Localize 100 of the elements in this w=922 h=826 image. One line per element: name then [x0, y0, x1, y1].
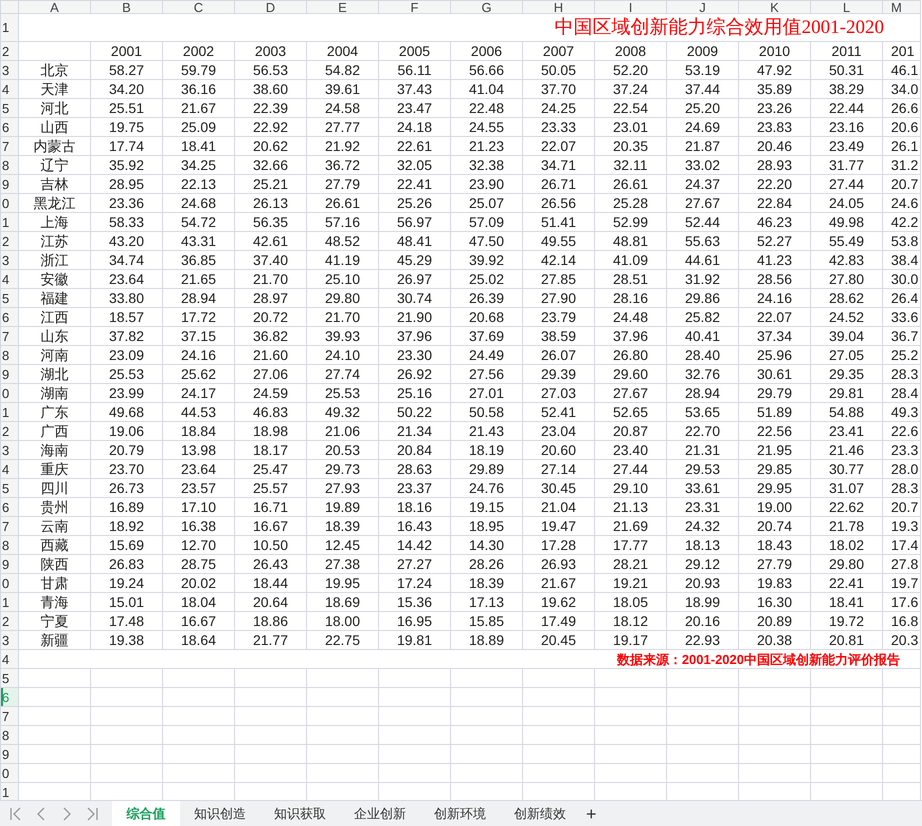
value-cell: 18.99 — [666, 592, 738, 612]
value-cell: 15.85 — [450, 612, 522, 630]
row-header[interactable]: 1 — [0, 14, 18, 42]
column-header[interactable]: M — [882, 0, 920, 14]
value-cell: 34.20 — [90, 80, 162, 98]
column-header[interactable]: H — [522, 0, 594, 14]
column-header[interactable]: B — [90, 0, 162, 14]
row-header[interactable]: 3 — [0, 440, 18, 460]
row-header[interactable]: 3 — [0, 60, 18, 80]
row-header[interactable]: 7 — [0, 136, 18, 156]
row-header[interactable]: 0 — [0, 194, 18, 212]
value-cell: 26.71 — [522, 174, 594, 194]
add-sheet-button[interactable]: + — [580, 804, 603, 822]
row-header[interactable]: 4 — [0, 80, 18, 98]
value-cell: 25.53 — [306, 384, 378, 402]
row-header[interactable]: 5 — [0, 478, 18, 498]
value-cell: 29.86 — [666, 288, 738, 308]
column-header[interactable]: J — [666, 0, 738, 14]
value-cell: 29.12 — [666, 554, 738, 574]
row-header[interactable]: 2 — [0, 612, 18, 630]
column-header[interactable]: A — [18, 0, 90, 14]
row-header[interactable]: 6 — [0, 308, 18, 326]
row-header[interactable]: 8 — [0, 346, 18, 364]
row-header[interactable]: 0 — [0, 384, 18, 402]
column-header[interactable]: K — [738, 0, 810, 14]
row-header[interactable]: 4 — [0, 650, 18, 668]
value-cell: 27.67 — [594, 384, 666, 402]
row-header[interactable]: 2 — [0, 232, 18, 250]
value-cell: 26.80 — [594, 346, 666, 364]
row-header[interactable]: 2 — [0, 422, 18, 440]
row-header[interactable]: 5 — [0, 98, 18, 118]
value-cell: 59.79 — [162, 60, 234, 80]
row-header[interactable]: 9 — [0, 554, 18, 574]
row-header[interactable]: 8 — [0, 726, 18, 744]
column-header[interactable]: G — [450, 0, 522, 14]
value-cell: 36.7 — [882, 326, 920, 346]
value-cell: 28.63 — [378, 460, 450, 478]
value-cell: 27.05 — [810, 346, 882, 364]
value-cell: 17.74 — [90, 136, 162, 156]
row-header[interactable]: 5 — [0, 288, 18, 308]
value-cell: 45.29 — [378, 250, 450, 270]
row-header[interactable]: 6 — [0, 498, 18, 516]
value-cell: 22.92 — [234, 118, 306, 136]
row-header[interactable]: 7 — [0, 326, 18, 346]
value-cell: 53.19 — [666, 60, 738, 80]
value-cell: 34.71 — [522, 156, 594, 174]
row-header[interactable]: 9 — [0, 744, 18, 764]
value-cell: 23.64 — [90, 270, 162, 288]
column-header[interactable]: E — [306, 0, 378, 14]
row-header[interactable]: 1 — [0, 592, 18, 612]
sheet-tab[interactable]: 企业创新 — [340, 801, 420, 826]
row-header[interactable]: 1 — [0, 212, 18, 232]
row-header[interactable]: 7 — [0, 516, 18, 536]
row-header[interactable]: 5 — [0, 668, 18, 688]
row-header[interactable]: 7 — [0, 706, 18, 726]
row-header[interactable]: 1 — [0, 782, 18, 800]
row-header[interactable]: 9 — [0, 174, 18, 194]
value-cell: 40.41 — [666, 326, 738, 346]
row-header[interactable]: 4 — [0, 460, 18, 478]
value-cell: 27.79 — [306, 174, 378, 194]
value-cell: 22.61 — [378, 136, 450, 156]
row-header[interactable]: 6 — [0, 118, 18, 136]
value-cell: 29.85 — [738, 460, 810, 478]
row-header[interactable]: 0 — [0, 764, 18, 782]
value-cell: 23.41 — [810, 422, 882, 440]
row-header[interactable]: 8 — [0, 156, 18, 174]
value-cell: 18.41 — [162, 136, 234, 156]
row-header[interactable]: 0 — [0, 574, 18, 592]
value-cell: 24.37 — [666, 174, 738, 194]
column-header[interactable]: F — [378, 0, 450, 14]
value-cell: 58.33 — [90, 212, 162, 232]
column-header[interactable]: L — [810, 0, 882, 14]
column-header[interactable]: C — [162, 0, 234, 14]
sheet-tab[interactable]: 创新环境 — [420, 801, 500, 826]
row-header[interactable]: 3 — [0, 630, 18, 650]
value-cell: 24.48 — [594, 308, 666, 326]
column-header[interactable]: D — [234, 0, 306, 14]
column-header[interactable]: I — [594, 0, 666, 14]
value-cell: 19.06 — [90, 422, 162, 440]
sheet-tab[interactable]: 知识获取 — [260, 801, 340, 826]
value-cell: 21.95 — [738, 440, 810, 460]
row-header[interactable]: 3 — [0, 250, 18, 270]
row-header[interactable]: 1 — [0, 402, 18, 422]
value-cell: 21.70 — [306, 308, 378, 326]
sheet-tab[interactable]: 创新绩效 — [500, 801, 580, 826]
row-header[interactable]: 8 — [0, 536, 18, 554]
value-cell: 32.11 — [594, 156, 666, 174]
value-cell: 25.21 — [234, 174, 306, 194]
row-header[interactable]: 4 — [0, 270, 18, 288]
value-cell: 38.4 — [882, 250, 920, 270]
value-cell: 39.93 — [306, 326, 378, 346]
value-cell: 22.84 — [738, 194, 810, 212]
sheet-tab[interactable]: 知识创造 — [180, 801, 260, 826]
row-header[interactable]: 2 — [0, 42, 18, 60]
value-cell: 19.24 — [90, 574, 162, 592]
value-cell: 20.62 — [234, 136, 306, 156]
value-cell: 42.61 — [234, 232, 306, 250]
row-header[interactable]: 9 — [0, 364, 18, 384]
value-cell: 16.38 — [162, 516, 234, 536]
value-cell: 24.16 — [738, 288, 810, 308]
